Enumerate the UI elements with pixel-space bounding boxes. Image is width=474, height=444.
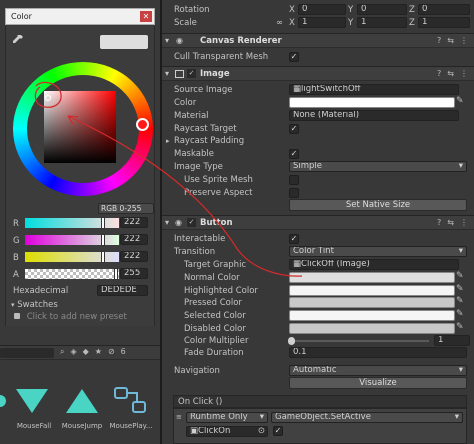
annotation-arrow xyxy=(67,115,303,277)
unity-editor: Color ✕ RGB 0-255 R 222 G 222 B 222 A 25… xyxy=(0,0,474,444)
